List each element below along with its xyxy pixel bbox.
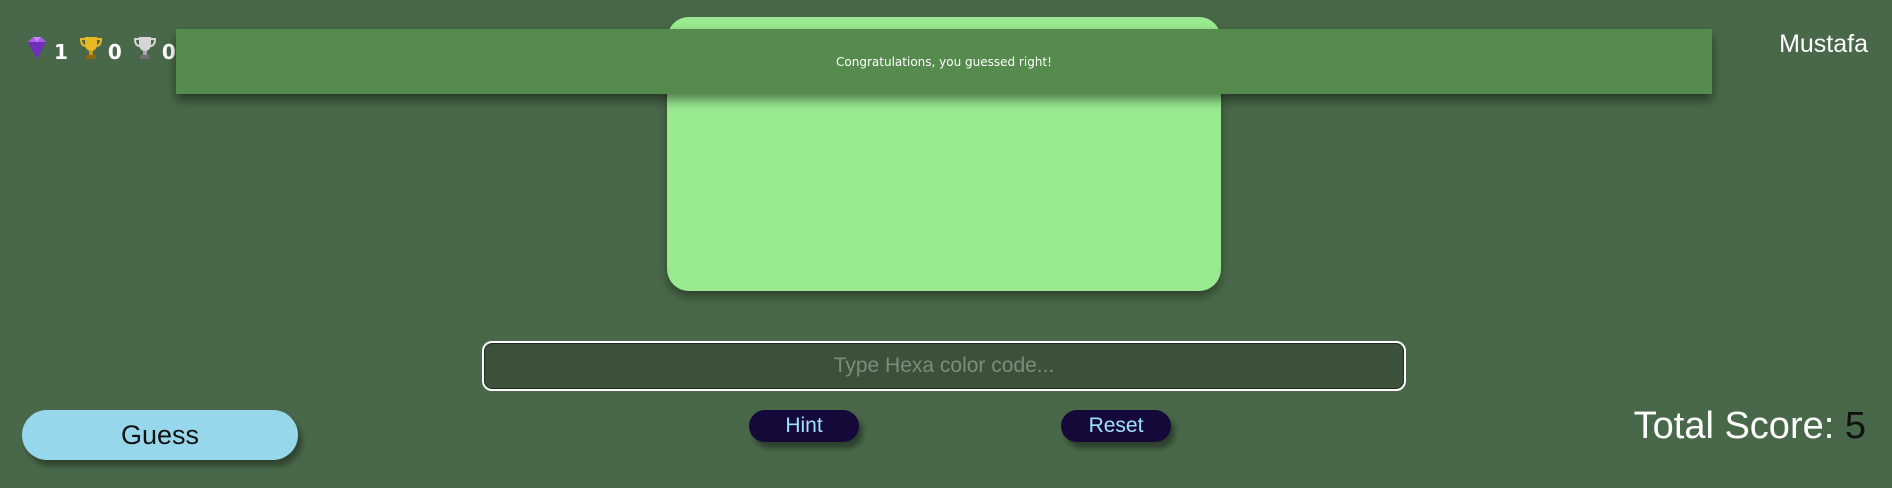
gold-trophy-icon (78, 34, 104, 62)
total-score-label: Total Score: (1633, 405, 1835, 447)
username: Mustafa (1779, 30, 1868, 58)
gem-count: 1 (54, 40, 68, 64)
gem-icon (24, 34, 50, 62)
silver-trophy-count: 0 (161, 40, 176, 64)
hex-color-input[interactable] (482, 341, 1406, 391)
success-toast: Congratulations, you guessed right! (176, 29, 1712, 94)
reset-button[interactable]: Reset (1061, 410, 1171, 442)
player-stats: 1 0 0 (24, 32, 182, 64)
total-score-value: 5 (1844, 405, 1866, 447)
gold-trophy-count: 0 (107, 40, 122, 64)
toast-message: Congratulations, you guessed right! (836, 54, 1052, 69)
hint-button[interactable]: Hint (749, 410, 859, 442)
total-score: Total Score: 5 (1634, 405, 1866, 448)
guess-button[interactable]: Guess (22, 410, 298, 460)
silver-trophy-icon (132, 34, 158, 62)
